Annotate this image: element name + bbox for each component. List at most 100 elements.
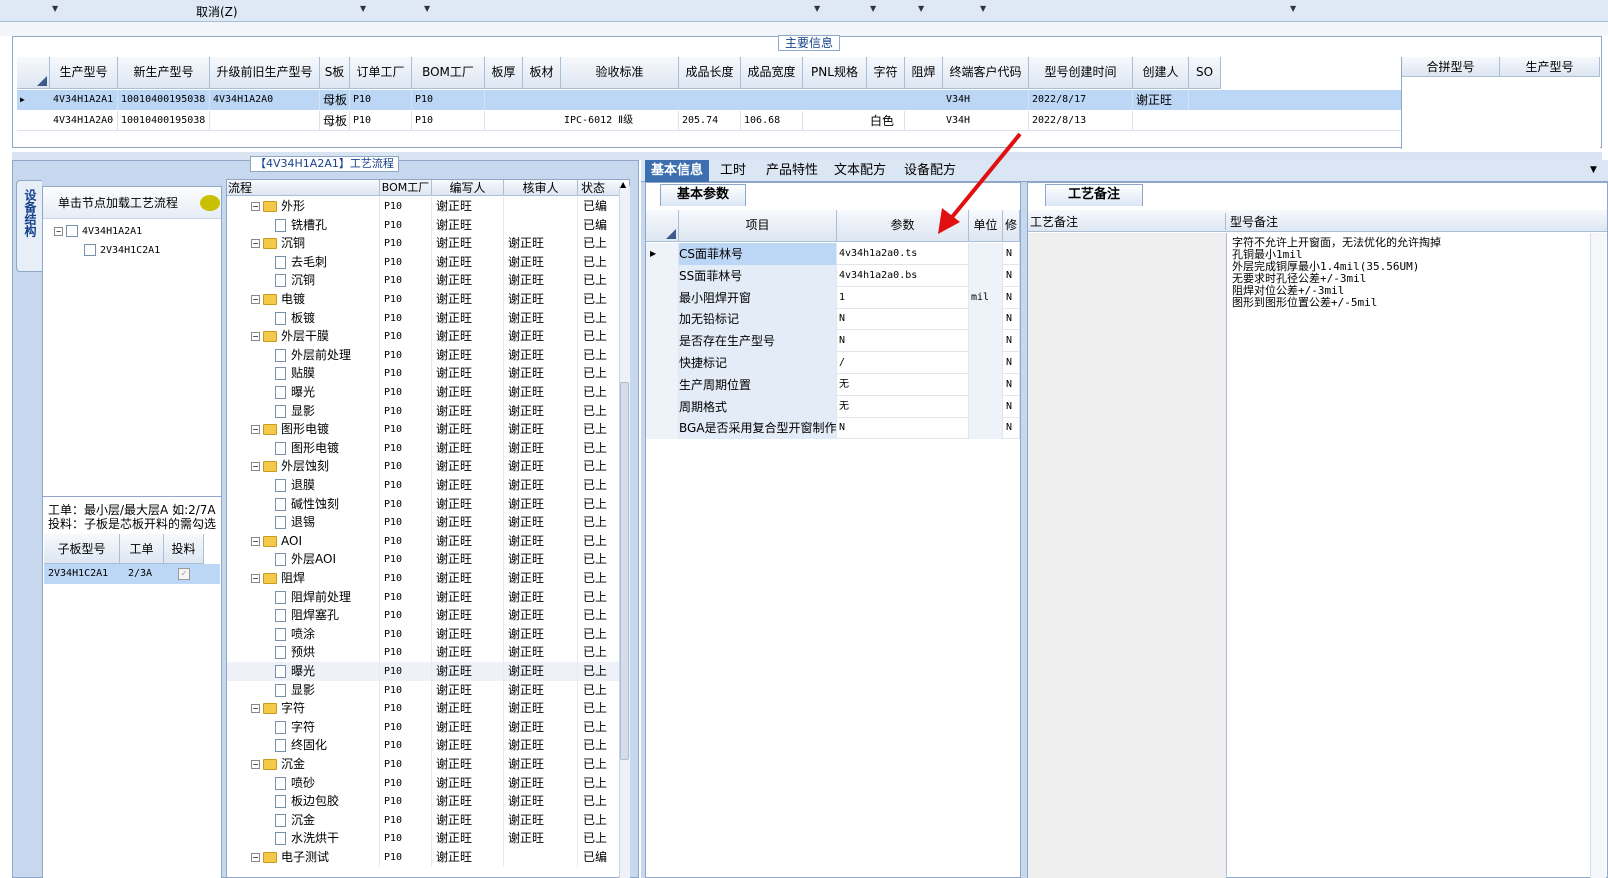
col-header[interactable]: 成品长度	[679, 57, 741, 89]
flow-row[interactable]: 阻焊塞孔 P10 谢正旺 谢正旺 已上	[227, 606, 622, 626]
table-cell[interactable]: 2022/8/13	[1029, 111, 1133, 131]
col-header[interactable]: 新生产型号	[118, 57, 210, 89]
collapse-icon[interactable]: −	[251, 462, 260, 472]
param-row[interactable]: 周期格式无 N	[646, 395, 1020, 418]
param-value[interactable]: N	[837, 330, 969, 353]
table-cell[interactable]: 4V34H1A2A1	[50, 90, 118, 110]
table-cell[interactable]: P10	[412, 90, 485, 110]
dropdown-arrow-icon[interactable]: ▼	[52, 4, 58, 13]
param-row[interactable]: ▶ CS面菲林号 4v34h1a2a0.ts N	[646, 243, 1020, 265]
param-row[interactable]: 快捷标记 / N	[646, 352, 1020, 374]
param-row[interactable]: 最小阻焊开窗 1 mil N	[646, 286, 1020, 309]
dropdown-arrow-icon[interactable]: ▼	[1290, 4, 1296, 13]
table-cell[interactable]: P10	[350, 90, 412, 110]
collapse-icon[interactable]: −	[251, 574, 260, 583]
dropdown-arrow-icon[interactable]: ▼	[980, 4, 986, 13]
dropdown-arrow-icon[interactable]: ▼	[870, 4, 876, 13]
flow-row[interactable]: 外层AOI P10 谢正旺 谢正旺 已上	[227, 550, 622, 570]
col-header[interactable]: 核审人	[504, 180, 578, 196]
collapse-icon[interactable]: −	[251, 853, 260, 862]
model-note-text[interactable]: 字符不允许上开窗面，无法优化的允许掏掉 孔铜最小1mil 外层完成铜厚最小1.4…	[1232, 237, 1441, 309]
col-header[interactable]: 板材	[523, 57, 561, 89]
param-value[interactable]: 4v34h1a2a0.ts	[837, 243, 969, 265]
param-value[interactable]: 4v34h1a2a0.bs	[837, 264, 969, 287]
col-header[interactable]: SO	[1189, 57, 1221, 89]
table-cell[interactable]: 母板	[320, 90, 350, 110]
collapse-icon[interactable]: −	[251, 239, 260, 249]
flow-row[interactable]: 板镀 P10 谢正旺 谢正旺 已上	[227, 308, 622, 328]
col-header[interactable]: 工单	[120, 534, 164, 564]
table-row[interactable]: ▶ 4V34H1A2A1 10010400195038 4V34H1A2A0 母…	[17, 90, 1401, 110]
col-header[interactable]: 升级前旧生产型号	[210, 57, 320, 89]
flow-row[interactable]: − 外层蚀刻 P10 谢正旺 谢正旺 已上	[227, 457, 622, 477]
flow-row[interactable]: 板边包胶 P10 谢正旺 谢正旺 已上	[227, 792, 622, 812]
tab-product-features[interactable]: 产品特性	[760, 160, 824, 182]
flow-row[interactable]: 显影 P10 谢正旺 谢正旺 已上	[227, 680, 622, 700]
flow-row[interactable]: 显影 P10 谢正旺 谢正旺 已上	[227, 401, 622, 421]
col-header[interactable]: 工艺备注	[1030, 213, 1226, 230]
param-value[interactable]: N	[837, 308, 969, 331]
param-row[interactable]: BGA是否采用复合型开窗制作 N N	[646, 417, 1020, 440]
flow-row[interactable]: − 字符 P10 谢正旺 谢正旺 已上	[227, 699, 622, 719]
cancel-menu-item[interactable]: 取消(Z)	[196, 3, 238, 20]
table-row[interactable]: 2V34H1C2A1 2/3A ✓	[44, 564, 220, 584]
table-cell[interactable]: 205.74	[679, 111, 741, 131]
flow-row[interactable]: 去毛刺 P10 谢正旺 谢正旺 已上	[227, 252, 622, 272]
flow-row[interactable]: 终固化 P10 谢正旺 谢正旺 已上	[227, 736, 622, 756]
param-value[interactable]: N	[837, 417, 969, 440]
param-row[interactable]: 生产周期位置无 N	[646, 373, 1020, 396]
flow-row[interactable]: − 电镀 P10 谢正旺 谢正旺 已上	[227, 290, 622, 309]
flow-row[interactable]: 喷涂 P10 谢正旺 谢正旺 已上	[227, 624, 622, 644]
collapse-icon[interactable]: −	[251, 425, 260, 435]
param-row[interactable]: 是否存在生产型号 N N	[646, 330, 1020, 353]
flow-row[interactable]: 喷砂 P10 谢正旺 谢正旺 已上	[227, 773, 622, 793]
scroll-up-icon[interactable]: ▲	[620, 180, 626, 189]
col-header[interactable]: BOM工厂	[380, 180, 432, 196]
dropdown-arrow-icon[interactable]: ▼	[814, 4, 820, 13]
col-header[interactable]: 验收标准	[561, 57, 679, 89]
table-cell[interactable]: 106.68	[741, 111, 803, 131]
table-cell[interactable]: V34H	[943, 90, 1029, 110]
flow-row[interactable]: − 图形电镀 P10 谢正旺 谢正旺 已上	[227, 420, 622, 440]
tab-work-hours[interactable]: 工时	[714, 160, 752, 182]
flow-row[interactable]: 曝光 P10 谢正旺 谢正旺 已上	[227, 383, 622, 402]
flow-row[interactable]: 退锡 P10 谢正旺 谢正旺 已上	[227, 513, 622, 533]
flow-row[interactable]: 外层前处理 P10 谢正旺 谢正旺 已上	[227, 345, 622, 365]
param-value[interactable]: 无	[837, 373, 969, 396]
flow-row[interactable]: − 沉金 P10 谢正旺 谢正旺 已上	[227, 755, 622, 774]
table-cell[interactable]: 10010400195038	[118, 90, 210, 110]
tab-basic-info[interactable]: 基本信息	[645, 160, 710, 182]
param-value[interactable]: 1	[837, 286, 969, 309]
checkbox-icon[interactable]: ✓	[178, 568, 190, 580]
col-header[interactable]: 订单工厂	[350, 57, 412, 89]
flow-row[interactable]: 沉金 P10 谢正旺 谢正旺 已上	[227, 810, 622, 830]
flow-row[interactable]: 贴膜 P10 谢正旺 谢正旺 已上	[227, 364, 622, 384]
collapse-icon[interactable]: −	[251, 536, 260, 546]
col-header[interactable]: 字符	[867, 57, 905, 89]
flow-row[interactable]: 曝光 P10 谢正旺 谢正旺 已上	[227, 662, 622, 681]
param-value[interactable]: 无	[837, 395, 969, 418]
notes-scrollbar[interactable]	[1590, 233, 1606, 878]
flow-row[interactable]: − 阻焊 P10 谢正旺 谢正旺 已上	[227, 569, 622, 588]
tree-node[interactable]: − 4V34H1A2A1	[54, 224, 142, 240]
flow-row[interactable]: − 电子测试 P10 谢正旺 已编	[227, 848, 622, 867]
col-header[interactable]: 生产型号	[50, 57, 118, 89]
table-cell[interactable]: 2V34H1C2A1	[48, 564, 108, 584]
table-cell[interactable]: 10010400195038	[118, 111, 210, 131]
dropdown-arrow-icon[interactable]: ▼	[360, 4, 366, 13]
col-header[interactable]: 编写人	[432, 180, 504, 196]
param-value[interactable]: /	[837, 352, 969, 374]
table-cell[interactable]: IPC-6012 Ⅱ级	[561, 111, 679, 131]
flow-row[interactable]: 水洗烘干 P10 谢正旺 谢正旺 已上	[227, 829, 622, 849]
table-cell[interactable]: 4V34H1A2A0	[50, 111, 118, 131]
col-header[interactable]: PNL规格	[803, 57, 867, 89]
collapse-icon[interactable]: −	[251, 704, 260, 714]
col-header[interactable]: S板	[320, 57, 350, 89]
flow-row[interactable]: 阻焊前处理 P10 谢正旺 谢正旺 已上	[227, 587, 622, 607]
table-cell[interactable]: P10	[350, 111, 412, 131]
col-header[interactable]: 阻焊	[905, 57, 943, 89]
flow-row[interactable]: 铣槽孔 P10 谢正旺 已编	[227, 215, 622, 235]
flow-row[interactable]: 图形电镀 P10 谢正旺 谢正旺 已上	[227, 438, 622, 458]
table-cell[interactable]: 母板	[320, 111, 350, 131]
dropdown-arrow-icon[interactable]: ▼	[918, 4, 924, 13]
